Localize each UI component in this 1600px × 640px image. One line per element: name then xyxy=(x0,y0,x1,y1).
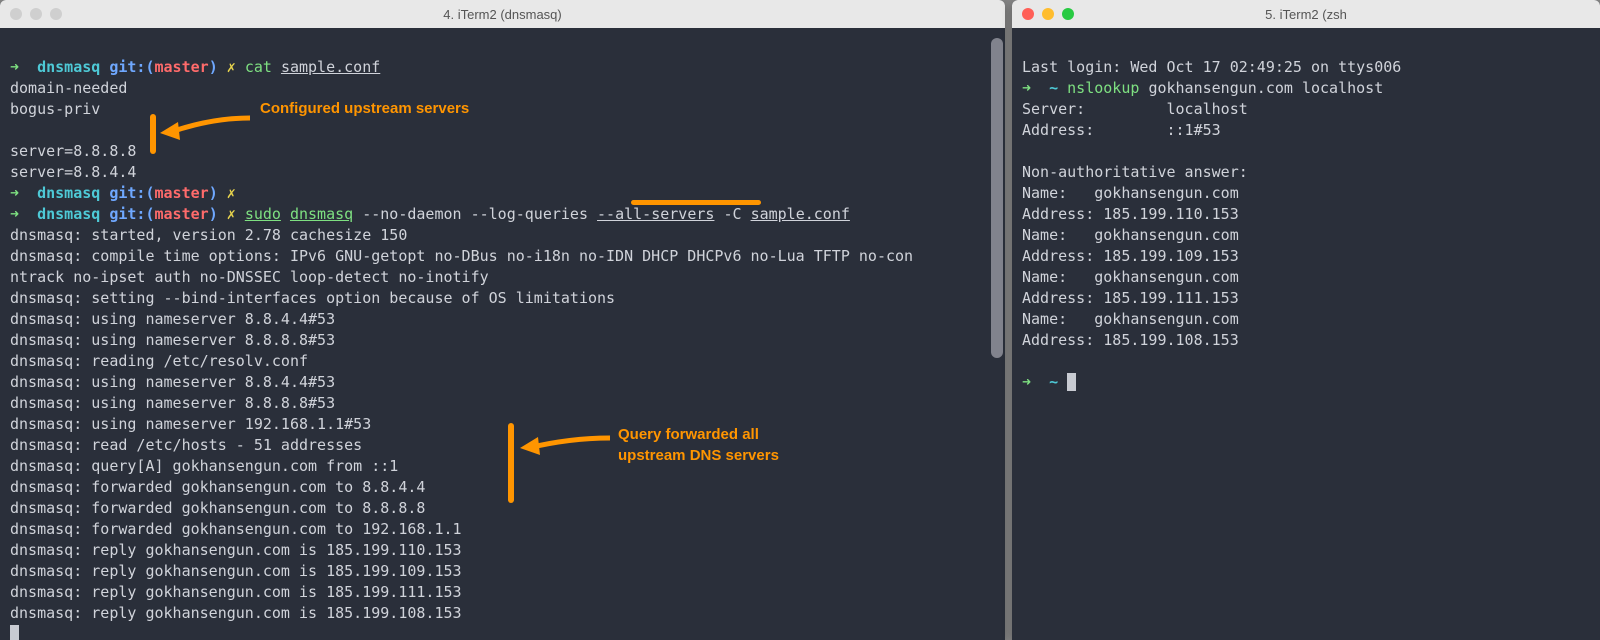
annotation-bracket-icon xyxy=(150,114,156,154)
annotation-label-upstream: Configured upstream servers xyxy=(260,98,469,119)
git-open: git:( xyxy=(109,58,154,76)
cmd-args: -C xyxy=(723,205,741,223)
git-branch: master xyxy=(155,205,209,223)
prompt-arrow-icon: ➜ xyxy=(10,205,19,223)
cursor-icon xyxy=(10,625,19,640)
output-line: Server: localhost xyxy=(1022,100,1248,118)
dirty-icon: ✗ xyxy=(227,184,236,202)
git-branch: master xyxy=(155,58,209,76)
output-line: Name: gokhansengun.com xyxy=(1022,184,1239,202)
cmd-arg-file: sample.conf xyxy=(281,58,380,76)
prompt-dir: dnsmasq xyxy=(37,184,100,202)
output-line: dnsmasq: started, version 2.78 cachesize… xyxy=(10,226,407,244)
output-line: dnsmasq: setting --bind-interfaces optio… xyxy=(10,289,615,307)
output-line: Address: ::1#53 xyxy=(1022,121,1221,139)
cmd-args: gokhansengun.com localhost xyxy=(1148,79,1383,97)
prompt-arrow-icon: ➜ xyxy=(10,184,19,202)
cmd-dnsmasq: dnsmasq xyxy=(290,205,353,223)
terminal-body-left[interactable]: ➜ dnsmasq git:(master) ✗ cat sample.conf… xyxy=(0,28,1005,640)
last-login-line: Last login: Wed Oct 17 02:49:25 on ttys0… xyxy=(1022,58,1401,76)
minimize-icon[interactable] xyxy=(1042,8,1054,20)
cmd-flag-all-servers: --all-servers xyxy=(597,205,714,223)
prompt-arrow-icon: ➜ xyxy=(1022,373,1031,391)
scrollbar-thumb[interactable] xyxy=(991,38,1003,358)
annotation-arrow-icon xyxy=(160,108,255,148)
terminal-body-right[interactable]: Last login: Wed Oct 17 02:49:25 on ttys0… xyxy=(1012,28,1600,640)
output-line: Address: 185.199.110.153 xyxy=(1022,205,1239,223)
prompt-arrow-icon: ➜ xyxy=(10,58,19,76)
cmd-args: --no-daemon --log-queries xyxy=(362,205,588,223)
output-line: dnsmasq: forwarded gokhansengun.com to 1… xyxy=(10,520,462,538)
git-close: ) xyxy=(209,184,218,202)
output-line: Address: 185.199.108.153 xyxy=(1022,331,1239,349)
output-line: dnsmasq: reply gokhansengun.com is 185.1… xyxy=(10,583,462,601)
output-line: dnsmasq: query[A] gokhansengun.com from … xyxy=(10,457,398,475)
output-line: dnsmasq: reply gokhansengun.com is 185.1… xyxy=(10,541,462,559)
zoom-icon[interactable] xyxy=(50,8,62,20)
prompt-dir: ~ xyxy=(1049,373,1058,391)
close-icon[interactable] xyxy=(1022,8,1034,20)
cmd-cat: cat xyxy=(245,58,272,76)
output-line: dnsmasq: using nameserver 8.8.8.8#53 xyxy=(10,394,335,412)
git-branch: master xyxy=(155,184,209,202)
output-line: dnsmasq: reading /etc/resolv.conf xyxy=(10,352,308,370)
git-close: ) xyxy=(209,205,218,223)
cmd-nslookup: nslookup xyxy=(1067,79,1139,97)
output-line: dnsmasq: reply gokhansengun.com is 185.1… xyxy=(10,562,462,580)
cmd-conf-file: sample.conf xyxy=(751,205,850,223)
git-close: ) xyxy=(209,58,218,76)
conf-line: domain-needed xyxy=(10,79,127,97)
traffic-lights xyxy=(10,8,62,20)
conf-line: server=8.8.8.8 xyxy=(10,142,136,160)
window-title: 5. iTerm2 (zsh xyxy=(1022,7,1590,22)
dirty-icon: ✗ xyxy=(227,58,236,76)
output-line: Name: gokhansengun.com xyxy=(1022,226,1239,244)
annotation-arrow-icon xyxy=(520,426,615,466)
output-line: ntrack no-ipset auth no-DNSSEC loop-dete… xyxy=(10,268,489,286)
zoom-icon[interactable] xyxy=(1062,8,1074,20)
output-line: Name: gokhansengun.com xyxy=(1022,310,1239,328)
git-open: git:( xyxy=(109,184,154,202)
output-line: Address: 185.199.109.153 xyxy=(1022,247,1239,265)
prompt-arrow-icon: ➜ xyxy=(1022,79,1031,97)
prompt-dir: ~ xyxy=(1049,79,1058,97)
annotation-label-forwarded: Query forwarded allupstream DNS servers xyxy=(618,424,779,466)
cmd-sudo: sudo xyxy=(245,205,281,223)
output-line: dnsmasq: using nameserver 8.8.8.8#53 xyxy=(10,331,335,349)
traffic-lights xyxy=(1022,8,1074,20)
window-title: 4. iTerm2 (dnsmasq) xyxy=(10,7,995,22)
output-line: dnsmasq: reply gokhansengun.com is 185.1… xyxy=(10,604,462,622)
prompt-dir: dnsmasq xyxy=(37,58,100,76)
output-line: Address: 185.199.111.153 xyxy=(1022,289,1239,307)
annotation-bracket-icon xyxy=(508,423,514,503)
minimize-icon[interactable] xyxy=(30,8,42,20)
terminal-window-zsh: 5. iTerm2 (zsh Last login: Wed Oct 17 02… xyxy=(1012,0,1600,640)
output-line: dnsmasq: using nameserver 8.8.4.4#53 xyxy=(10,373,335,391)
prompt-dir: dnsmasq xyxy=(37,205,100,223)
output-line: dnsmasq: forwarded gokhansengun.com to 8… xyxy=(10,478,425,496)
git-open: git:( xyxy=(109,205,154,223)
terminal-window-dnsmasq: 4. iTerm2 (dnsmasq) ➜ dnsmasq git:(maste… xyxy=(0,0,1005,640)
titlebar-right[interactable]: 5. iTerm2 (zsh xyxy=(1012,0,1600,28)
cursor-icon xyxy=(1067,373,1076,391)
conf-line: bogus-priv xyxy=(10,100,100,118)
output-line: Name: gokhansengun.com xyxy=(1022,268,1239,286)
output-line: dnsmasq: using nameserver 8.8.4.4#53 xyxy=(10,310,335,328)
titlebar-left[interactable]: 4. iTerm2 (dnsmasq) xyxy=(0,0,1005,28)
output-line: dnsmasq: using nameserver 192.168.1.1#53 xyxy=(10,415,371,433)
output-line: dnsmasq: forwarded gokhansengun.com to 8… xyxy=(10,499,425,517)
dirty-icon: ✗ xyxy=(227,205,236,223)
output-line: dnsmasq: read /etc/hosts - 51 addresses xyxy=(10,436,362,454)
output-line: Non-authoritative answer: xyxy=(1022,163,1248,181)
close-icon[interactable] xyxy=(10,8,22,20)
output-line: dnsmasq: compile time options: IPv6 GNU-… xyxy=(10,247,913,265)
conf-line: server=8.8.4.4 xyxy=(10,163,136,181)
